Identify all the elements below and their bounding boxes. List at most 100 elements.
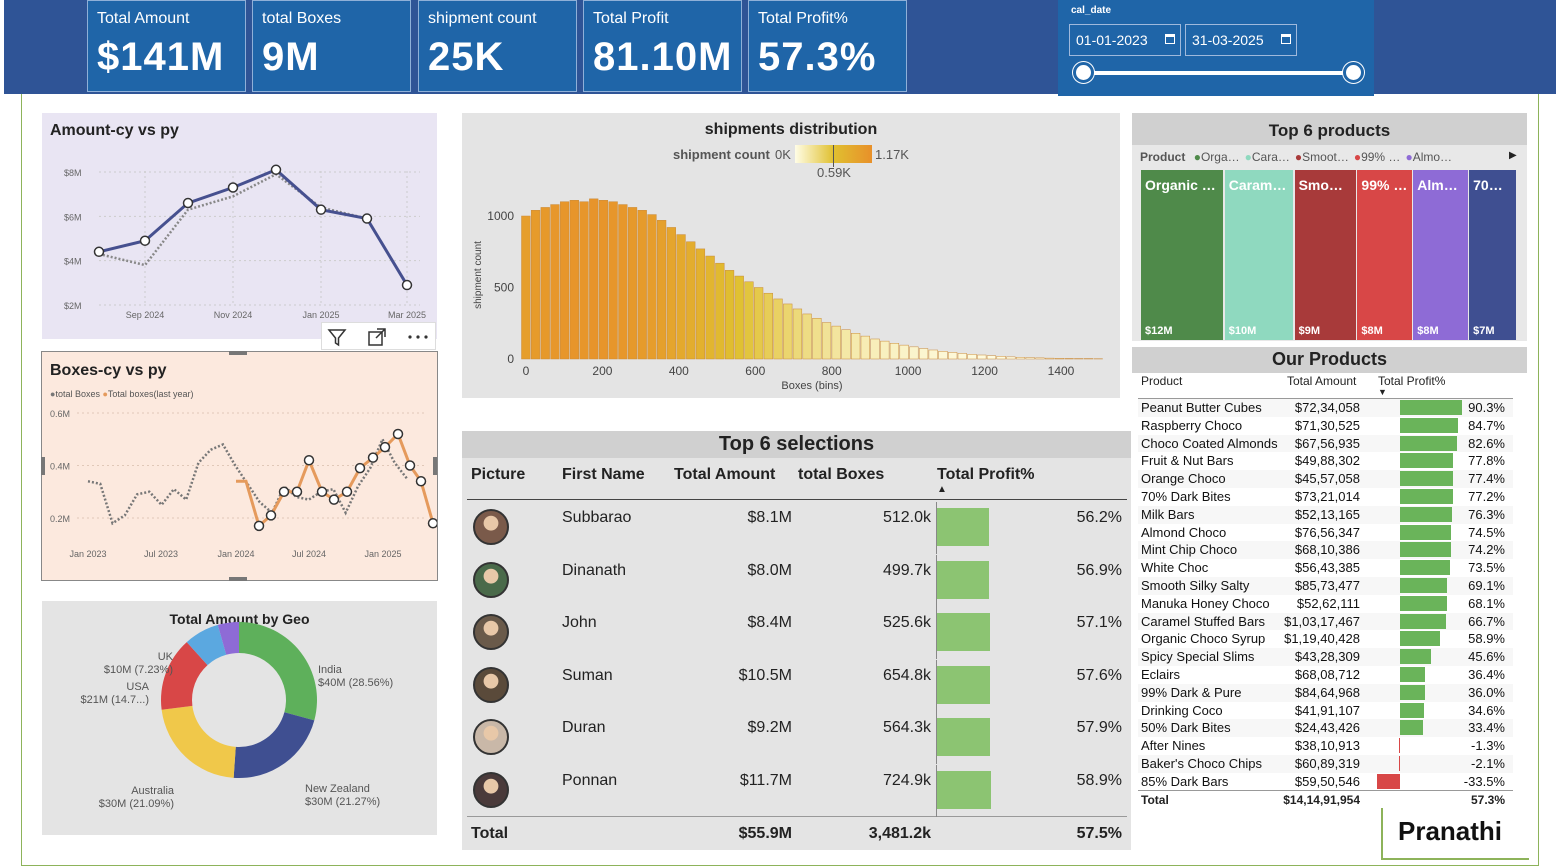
table-row[interactable]: Milk Bars $52,13,165 76.3% — [1138, 505, 1513, 524]
data-point[interactable] — [270, 164, 282, 176]
histogram-bar[interactable] — [657, 220, 667, 360]
table-row[interactable]: Subbarao $8.1M 512.0k 56.2% — [467, 502, 1127, 554]
histogram-bar[interactable] — [1015, 357, 1026, 360]
histogram-bar[interactable] — [1054, 358, 1064, 360]
histogram-bar[interactable] — [540, 207, 550, 360]
histogram-bar[interactable] — [686, 241, 696, 360]
table-row[interactable]: Dinanath $8.0M 499.7k 56.9% — [467, 554, 1127, 607]
treemap-tile[interactable]: 70… $7M — [1469, 170, 1517, 340]
histogram-bar[interactable] — [1064, 358, 1074, 360]
histogram-bar[interactable] — [918, 348, 929, 360]
data-point[interactable] — [427, 518, 438, 529]
sort-descending-icon[interactable]: ▼ — [1378, 387, 1387, 397]
histogram-bar[interactable] — [812, 317, 822, 360]
data-point[interactable] — [182, 197, 194, 209]
table-row[interactable]: John $8.4M 525.6k 57.1% — [467, 607, 1127, 660]
table-row[interactable]: Choco Coated Almonds $67,56,935 82.6% — [1138, 434, 1513, 453]
histogram-bar[interactable] — [938, 351, 948, 360]
table-row[interactable]: White Choc $56,43,385 73.5% — [1138, 559, 1513, 577]
data-point[interactable] — [278, 486, 290, 497]
table-row[interactable]: Raspberry Choco $71,30,525 84.7% — [1138, 416, 1513, 435]
histogram-bar[interactable] — [579, 201, 589, 360]
top-6-selections-table[interactable]: Top 6 selections Picture First Name Tota… — [462, 431, 1131, 850]
histogram-bar[interactable] — [1045, 357, 1055, 360]
histogram-bar[interactable] — [715, 262, 725, 360]
table-row[interactable]: Spicy Special Slims $43,28,309 45.6% — [1138, 648, 1513, 666]
data-point[interactable] — [316, 486, 328, 497]
histogram-bar[interactable] — [773, 298, 783, 360]
table-row[interactable]: Eclairs $68,08,712 36.4% — [1138, 666, 1513, 684]
histogram-bar[interactable] — [763, 292, 773, 360]
table-row[interactable]: Baker's Choco Chips $60,89,319 -2.1% — [1138, 755, 1513, 773]
table-row[interactable]: Fruit & Nut Bars $49,88,302 77.8% — [1138, 452, 1513, 471]
boxes-cy-vs-py-chart[interactable]: Boxes-cy vs py ●total Boxes ●Total boxes… — [41, 351, 438, 581]
table-row[interactable]: After Nines $38,10,913 -1.3% — [1138, 737, 1513, 755]
histogram-bar[interactable] — [792, 308, 803, 360]
histogram-bar[interactable] — [1006, 356, 1016, 360]
histogram-bar[interactable] — [569, 200, 579, 360]
histogram-bar[interactable] — [831, 325, 841, 360]
data-point[interactable] — [379, 441, 391, 453]
data-point[interactable] — [253, 520, 265, 532]
table-row[interactable]: Mint Chip Choco $68,10,386 74.2% — [1138, 541, 1513, 560]
amount-by-geo-chart[interactable]: Total Amount by Geo India $40M (28.56%) Ne… — [42, 601, 437, 835]
data-point[interactable] — [315, 204, 327, 215]
filter-icon[interactable] — [326, 326, 348, 348]
histogram-bar[interactable] — [647, 214, 657, 360]
pie-slice[interactable] — [233, 712, 315, 778]
histogram-bar[interactable] — [870, 338, 880, 360]
data-point[interactable] — [401, 279, 413, 291]
histogram-bar[interactable] — [560, 201, 570, 360]
data-point[interactable] — [415, 476, 427, 487]
histogram-bar[interactable] — [899, 344, 909, 360]
legend-next-icon[interactable]: ▶ — [1509, 150, 1517, 161]
table-row[interactable]: 70% Dark Bites $73,21,014 77.2% — [1138, 488, 1513, 506]
histogram-bar[interactable] — [695, 248, 706, 360]
histogram-bar[interactable] — [550, 204, 560, 360]
slider-start-handle[interactable] — [1073, 62, 1094, 83]
start-date-input[interactable]: 01-01-2023 — [1069, 24, 1181, 56]
histogram-bar[interactable] — [744, 281, 754, 360]
data-point[interactable] — [303, 455, 315, 466]
histogram-bar[interactable] — [889, 343, 900, 360]
col-first-name[interactable]: First Name — [562, 466, 645, 484]
our-products-table[interactable]: Our Products Product Total Amount Total … — [1132, 347, 1527, 809]
slider-end-handle[interactable] — [1343, 62, 1364, 83]
resize-handle[interactable] — [229, 351, 247, 355]
date-slider-track[interactable] — [1083, 71, 1355, 75]
table-row[interactable]: Ponnan $11.7M 724.9k 58.9% — [467, 765, 1127, 817]
treemap-tile[interactable]: Smo… $9M — [1294, 170, 1356, 340]
histogram-bar[interactable] — [666, 227, 676, 360]
histogram-bar[interactable] — [627, 207, 638, 360]
histogram-bar[interactable] — [598, 200, 609, 360]
table-row[interactable]: Smooth Silky Salty $85,73,477 69.1% — [1138, 577, 1513, 595]
resize-handle[interactable] — [433, 457, 437, 475]
histogram-bar[interactable] — [957, 353, 967, 360]
table-row[interactable]: Suman $10.5M 654.8k 57.6% — [467, 659, 1127, 712]
histogram-bar[interactable] — [521, 215, 531, 360]
more-options-icon[interactable] — [406, 326, 430, 348]
calendar-icon[interactable] — [1281, 34, 1291, 44]
histogram-bar[interactable] — [734, 275, 744, 360]
histogram-bar[interactable] — [705, 255, 715, 360]
treemap-tile[interactable]: Caram… $10M — [1224, 170, 1294, 340]
histogram-bar[interactable] — [676, 234, 686, 360]
histogram-bar[interactable] — [608, 201, 618, 360]
histogram-bar[interactable] — [530, 210, 541, 360]
histogram-bar[interactable] — [977, 354, 987, 360]
table-row[interactable]: Drinking Coco $41,91,107 34.6% — [1138, 701, 1513, 720]
data-point[interactable] — [227, 182, 239, 193]
data-point[interactable] — [341, 486, 353, 497]
histogram-bar[interactable] — [783, 303, 793, 360]
shipments-distribution-chart[interactable]: shipments distribution shipment count 0K… — [462, 113, 1120, 398]
histogram-bar[interactable] — [928, 349, 938, 360]
amount-cy-vs-py-chart[interactable]: Amount-cy vs py $8M $6M $4M $2M Sep 2024 Nov … — [42, 113, 437, 339]
treemap-tile[interactable]: Alm… $8M — [1413, 170, 1468, 340]
treemap-tile[interactable]: 99% … $8M — [1357, 170, 1412, 340]
sort-ascending-icon[interactable]: ▲ — [937, 484, 947, 495]
resize-handle[interactable] — [41, 457, 45, 475]
data-point[interactable] — [139, 235, 151, 246]
histogram-bar[interactable] — [618, 204, 628, 360]
col-picture[interactable]: Picture — [471, 466, 525, 484]
col-product[interactable]: Product — [1141, 374, 1182, 388]
